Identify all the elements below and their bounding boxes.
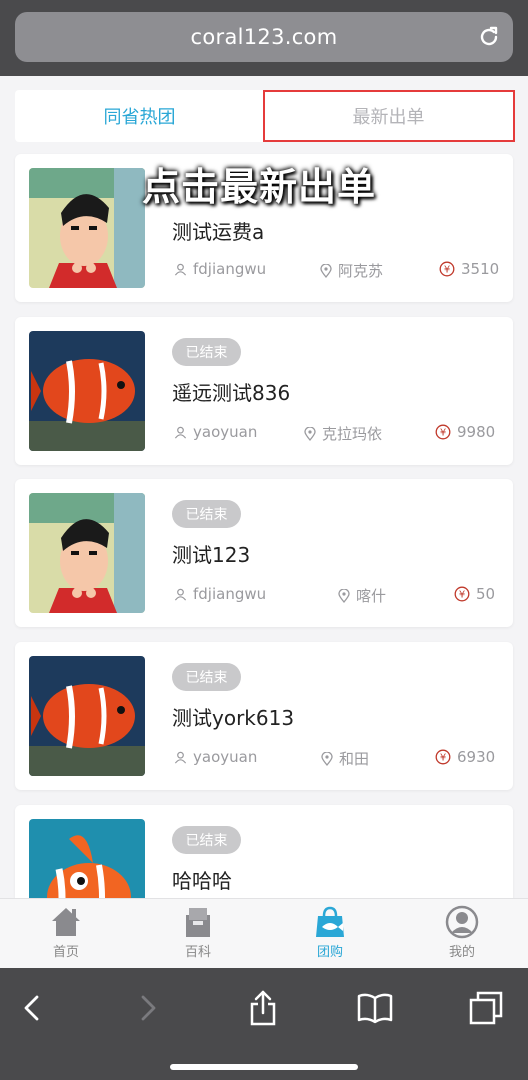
list-item[interactable]: 已结束 测试123 fdjiangwu 喀什 ¥ 50: [15, 479, 513, 627]
seller-name: yaoyuan: [193, 423, 258, 441]
item-title: 测试york613: [172, 706, 295, 730]
location: 克拉玛依: [304, 423, 382, 444]
tab-encyclopedia[interactable]: 百科: [132, 899, 264, 968]
status-badge: 已结束: [172, 338, 241, 366]
svg-text:¥: ¥: [440, 753, 446, 764]
share-button[interactable]: [243, 988, 283, 1028]
product-thumbnail: [29, 656, 145, 776]
app-tab-bar: 首页 百科 团购 我的: [0, 898, 528, 968]
location: 和田: [321, 748, 369, 769]
location: 喀什: [338, 585, 386, 606]
home-icon: [52, 908, 80, 936]
product-thumbnail: [29, 819, 145, 898]
encyclopedia-icon: [186, 908, 210, 937]
item-title: 测试运费a: [172, 220, 265, 244]
location: 阿克苏: [320, 260, 383, 281]
tab-group-buy[interactable]: 团购: [264, 899, 396, 968]
price: ¥ 50: [454, 585, 495, 603]
seller: yaoyuan: [174, 748, 257, 766]
location-pin-icon: [338, 588, 350, 603]
price-value: 50: [476, 585, 496, 603]
item-title: 测试123: [172, 543, 251, 567]
price: ¥ 3510: [439, 260, 499, 278]
price-value: 6930: [457, 748, 496, 766]
browser-url-bar-area: coral123.com: [0, 0, 528, 76]
product-thumbnail: [29, 168, 145, 288]
seller: fdjiangwu: [174, 260, 266, 278]
user-icon: [174, 426, 187, 438]
seller-name: fdjiangwu: [193, 260, 267, 278]
tabs-button[interactable]: [466, 988, 506, 1028]
item-title: 哈哈哈: [172, 869, 232, 893]
price: ¥ 9980: [435, 423, 495, 441]
status-badge: 已结束: [172, 500, 241, 528]
location-pin-icon: [321, 751, 333, 766]
location-name: 和田: [339, 750, 370, 768]
list-item[interactable]: 已结束 哈哈哈: [15, 805, 513, 898]
tab-home-label: 首页: [52, 945, 79, 960]
yuan-icon: ¥: [435, 749, 451, 765]
tab-latest-orders[interactable]: 最新出单: [264, 90, 513, 142]
tab-home[interactable]: 首页: [0, 899, 132, 968]
status-badge: 已结束: [172, 826, 241, 854]
yuan-icon: ¥: [454, 586, 470, 602]
product-thumbnail: [29, 331, 145, 451]
location-name: 克拉玛依: [322, 425, 383, 443]
yuan-icon: ¥: [439, 261, 455, 277]
seller-name: yaoyuan: [193, 748, 258, 766]
seller: yaoyuan: [174, 423, 257, 441]
product-thumbnail: [29, 493, 145, 613]
user-icon: [174, 263, 187, 275]
yuan-icon: ¥: [435, 424, 451, 440]
seller-name: fdjiangwu: [193, 585, 267, 603]
user-icon: [174, 588, 187, 600]
price: ¥ 6930: [435, 748, 495, 766]
location-name: 喀什: [356, 587, 387, 605]
price-value: 9980: [457, 423, 496, 441]
group-buy-icon: [316, 906, 344, 937]
list-item[interactable]: 已结束 遥远测试836 yaoyuan 克拉玛依 ¥ 9980: [15, 317, 513, 465]
location-name: 阿克苏: [338, 262, 384, 280]
url-text: coral123.com: [190, 25, 338, 49]
home-indicator: [170, 1064, 358, 1070]
bookmarks-button[interactable]: [355, 988, 395, 1028]
location-pin-icon: [320, 263, 332, 278]
instruction-caption: 点击最新出单: [142, 165, 377, 209]
svg-text:¥: ¥: [444, 265, 450, 276]
tabs-icon: [469, 991, 503, 1025]
reload-icon[interactable]: [477, 25, 501, 49]
user-icon: [174, 751, 187, 763]
book-icon: [357, 993, 393, 1024]
share-icon: [250, 990, 276, 1026]
chevron-right-icon: [141, 995, 156, 1021]
back-button[interactable]: [12, 988, 52, 1028]
address-bar[interactable]: coral123.com: [15, 12, 513, 62]
list-item[interactable]: 已结束 测试york613 yaoyuan 和田 ¥ 6930: [15, 642, 513, 790]
tab-profile[interactable]: 我的: [396, 899, 528, 968]
seller: fdjiangwu: [174, 585, 266, 603]
svg-text:¥: ¥: [459, 590, 465, 601]
status-badge: 已结束: [172, 663, 241, 691]
tab-group-buy-label: 团购: [316, 945, 343, 960]
chevron-left-icon: [24, 995, 39, 1021]
forward-button[interactable]: [128, 988, 168, 1028]
item-title: 遥远测试836: [172, 381, 291, 405]
tab-encyclopedia-label: 百科: [184, 945, 211, 960]
page-content: 同省热团 最新出单 点击最新出单 测试运费a fdjiangwu 阿克苏 ¥ 3…: [0, 76, 528, 898]
price-value: 3510: [461, 260, 500, 278]
location-pin-icon: [304, 426, 316, 441]
svg-text:¥: ¥: [440, 428, 446, 439]
segment-tabs: 同省热团 最新出单: [15, 90, 513, 142]
tab-profile-label: 我的: [448, 945, 475, 960]
tab-same-province[interactable]: 同省热团: [15, 90, 264, 142]
profile-icon: [445, 905, 479, 939]
